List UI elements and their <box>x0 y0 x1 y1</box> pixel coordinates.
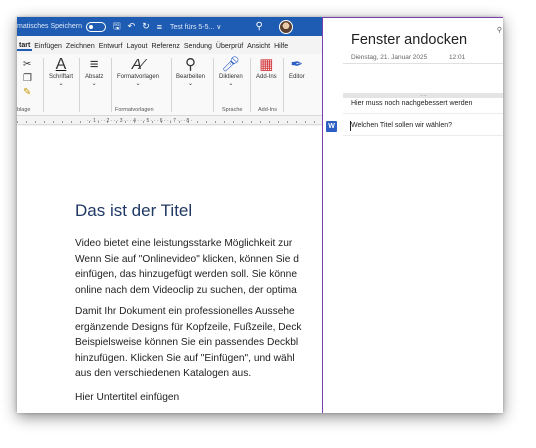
addins-group-label: Add-Ins <box>258 107 277 113</box>
clipboard-group-label: blage <box>17 107 31 113</box>
chevron-down-icon: ⌄ <box>135 81 141 87</box>
note-container-handle[interactable]: .... <box>343 92 503 98</box>
screenshot-frame: matisches Speichern 🖫 ↶ ↻ ≡ Test fürs 5-… <box>17 17 503 413</box>
tab-hilfe[interactable]: Hilfe <box>272 43 290 50</box>
tab-start[interactable]: tart <box>17 42 33 51</box>
styles-group-label: Formatvorlagen <box>115 107 154 113</box>
divider <box>343 135 503 136</box>
editor-pen-icon: ✒ <box>290 56 304 73</box>
customize-toolbar-icon[interactable]: ≡ <box>157 22 162 32</box>
paragraph-line: einfügen, das hinzugefügt werden soll. S… <box>75 269 298 280</box>
note-line[interactable]: Hier muss noch nachgebessert werden <box>351 100 472 107</box>
editor-button[interactable]: ✒ Editor <box>289 56 305 80</box>
ruler-numbers: · · 1 · · · 2 · · · 3 · · · 4 · · · 5 · … <box>87 118 193 124</box>
horizontal-ruler[interactable]: · · 1 · · · 2 · · · 3 · · · 4 · · · 5 · … <box>17 117 322 125</box>
paragraph-line: ergänzende Designs für Kopfzeile, Fußzei… <box>75 321 302 333</box>
tab-layout[interactable]: Layout <box>124 43 149 50</box>
ribbon-divider <box>79 58 80 112</box>
paragraph-line: Video bietet eine leistungsstarke Möglic… <box>75 238 293 249</box>
save-icon[interactable]: 🖫 <box>113 19 121 35</box>
divider <box>343 113 503 114</box>
paragraph-button[interactable]: ≡ Absatz ⌄ <box>85 56 103 87</box>
note-line[interactable]: Welchen Titel sollen wir wählen? <box>351 122 452 129</box>
search-icon[interactable]: ⚲ <box>255 21 262 32</box>
dictate-button[interactable]: 🎤︎ Diktieren ⌄ <box>219 56 243 87</box>
word-titlebar: matisches Speichern 🖫 ↶ ↻ ≡ Test fürs 5-… <box>17 17 322 36</box>
ribbon: ✂ ❐ ✎ blage A Schriftart ⌄ ≡ Absatz ⌄ A⁄ <box>17 54 322 116</box>
chevron-down-icon: ⌄ <box>188 81 194 87</box>
paragraph-icon: ≡ <box>89 56 99 73</box>
redo-icon[interactable]: ↻ <box>142 21 150 32</box>
search-icon: ⚲ <box>185 56 197 73</box>
paragraph-line: Beispielsweise können Sie ein passendes … <box>75 337 299 348</box>
ribbon-divider <box>171 58 172 112</box>
addins-grid-icon: ▦ <box>259 56 274 73</box>
font-icon: A <box>55 56 67 73</box>
ribbon-divider <box>43 58 44 112</box>
page-title[interactable]: Fenster andocken <box>351 32 467 48</box>
speech-group-label: Sprache <box>222 107 243 113</box>
ribbon-tabs: tart Einfügen Zeichnen Entwurf Layout Re… <box>17 38 322 54</box>
tab-einfuegen[interactable]: Einfügen <box>32 43 64 50</box>
addins-label: Add-Ins <box>256 74 277 80</box>
undo-icon[interactable]: ↶ <box>128 21 136 32</box>
format-painter-icon[interactable]: ✎ <box>23 84 31 102</box>
paragraph-line: hinzufügen. Klicken Sie auf "Einfügen", … <box>75 352 295 364</box>
autosave-label: matisches Speichern <box>17 23 82 30</box>
microphone-icon: 🎤︎ <box>221 56 241 73</box>
tab-entwurf[interactable]: Entwurf <box>97 43 125 50</box>
tab-sendungen[interactable]: Sendung <box>182 43 214 50</box>
addins-button[interactable]: ▦ Add-Ins <box>256 56 277 80</box>
window-border <box>323 17 503 18</box>
document-subtitle: Hier Untertitel einfügen <box>75 392 180 403</box>
tab-ueberpruefen[interactable]: Überprüf <box>214 43 245 50</box>
ribbon-divider <box>250 58 251 112</box>
styles-button[interactable]: A⁄ Formatvorlagen ⌄ <box>117 56 159 87</box>
word-window: matisches Speichern 🖫 ↶ ↻ ≡ Test fürs 5-… <box>17 17 322 413</box>
chevron-down-icon: ⌄ <box>91 81 97 87</box>
pin-icon[interactable]: ⚲ <box>497 26 502 34</box>
ribbon-divider <box>213 58 214 112</box>
ribbon-divider <box>283 58 284 112</box>
page-date: Dienstag, 21. Januar 2025 <box>351 54 428 61</box>
title-underline <box>343 63 503 64</box>
tab-ansicht[interactable]: Ansicht <box>245 43 272 50</box>
tab-zeichnen[interactable]: Zeichnen <box>64 43 97 50</box>
chevron-down-icon: ⌄ <box>228 81 234 87</box>
paragraph-line: online nach dem Videoclip zu suchen, der… <box>75 284 297 296</box>
document-page[interactable]: Das ist der Titel Video bietet eine leis… <box>17 126 322 413</box>
onenote-docked-window: ⚲ Fenster andocken Dienstag, 21. Januar … <box>322 17 503 413</box>
styles-icon: A⁄ <box>131 56 145 73</box>
autosave-toggle[interactable] <box>85 21 106 32</box>
paragraph-line: Wenn Sie auf "Onlinevideo" klicken, könn… <box>75 253 299 265</box>
paragraph-line: Damit Ihr Dokument ein professionelles A… <box>75 306 295 317</box>
tab-referenzen[interactable]: Referenz <box>149 43 181 50</box>
editor-label: Editor <box>289 74 305 80</box>
edit-button[interactable]: ⚲ Bearbeiten ⌄ <box>176 56 205 87</box>
document-title: Das ist der Titel <box>75 201 193 220</box>
document-name[interactable]: Test fürs 5-5... ∨ <box>170 23 221 31</box>
paragraph-line: aus den verschiedenen Katalogen aus. <box>75 368 252 379</box>
word-link-icon[interactable]: W <box>326 121 337 132</box>
ribbon-divider <box>111 58 112 112</box>
avatar[interactable] <box>278 19 293 34</box>
chevron-down-icon: ⌄ <box>58 81 64 87</box>
page-time: 12:01 <box>449 54 466 61</box>
font-button[interactable]: A Schriftart ⌄ <box>49 56 73 87</box>
